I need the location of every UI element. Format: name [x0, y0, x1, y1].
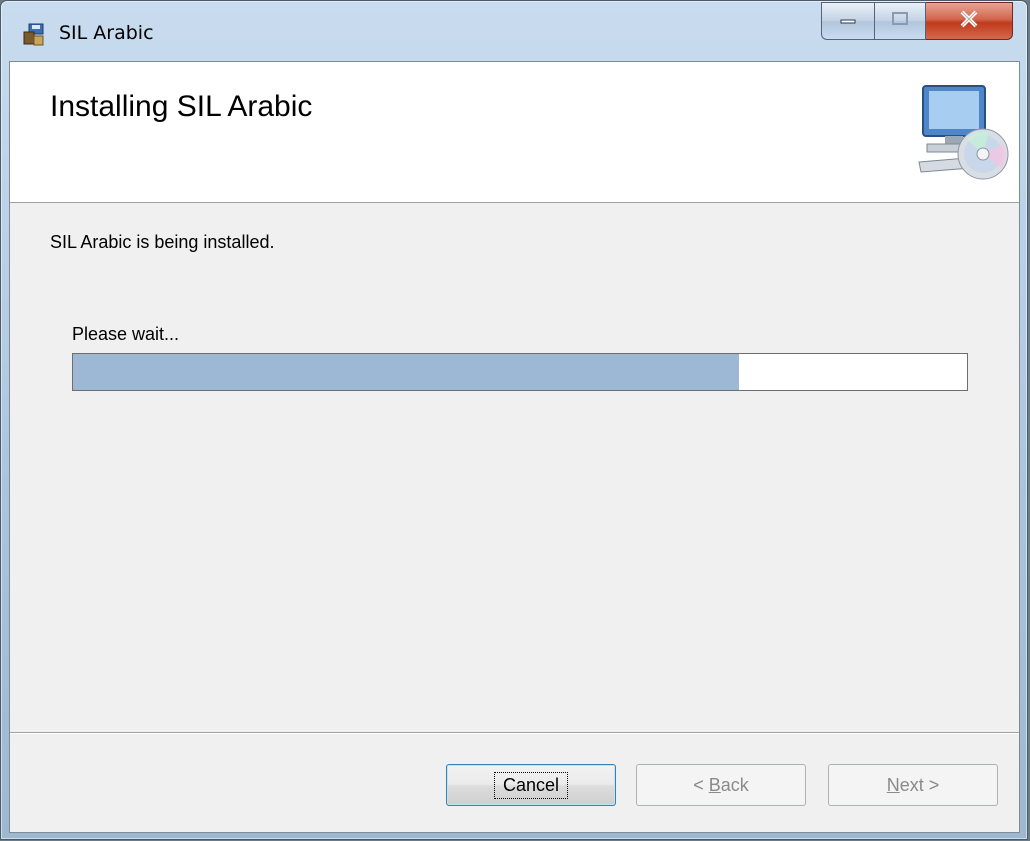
window-title: SIL Arabic	[59, 22, 154, 44]
back-button-label: < Back	[693, 774, 749, 795]
maximize-button[interactable]	[874, 2, 926, 40]
computer-disc-icon	[915, 82, 1011, 182]
minimize-icon	[839, 12, 857, 30]
next-button[interactable]: Next >	[828, 764, 998, 806]
progress-label: Please wait...	[72, 324, 180, 344]
title-bar[interactable]: SIL Arabic	[1, 1, 1027, 61]
progress-fill	[73, 354, 740, 390]
cancel-button-label: Cancel	[493, 771, 569, 799]
maximize-icon	[891, 11, 909, 32]
back-button[interactable]: < Back	[636, 764, 806, 806]
cancel-button[interactable]: Cancel	[446, 764, 616, 806]
caption-buttons	[821, 2, 1013, 40]
client-area: Installing SIL Arabic SIL Arabic is bein…	[9, 61, 1020, 833]
close-icon	[958, 9, 980, 34]
next-button-label: Next >	[886, 774, 940, 795]
page-title: Installing SIL Arabic	[50, 90, 313, 123]
installer-icon	[23, 23, 45, 47]
minimize-button[interactable]	[821, 2, 874, 40]
footer-divider	[10, 732, 1019, 734]
close-button[interactable]	[926, 2, 1013, 40]
header-banner: Installing SIL Arabic	[10, 62, 1019, 203]
installer-window: SIL Arabic Installing SIL Arabic SIL Ara…	[0, 0, 1028, 840]
status-message: SIL Arabic is being installed.	[50, 232, 275, 252]
progress-bar	[72, 353, 968, 391]
